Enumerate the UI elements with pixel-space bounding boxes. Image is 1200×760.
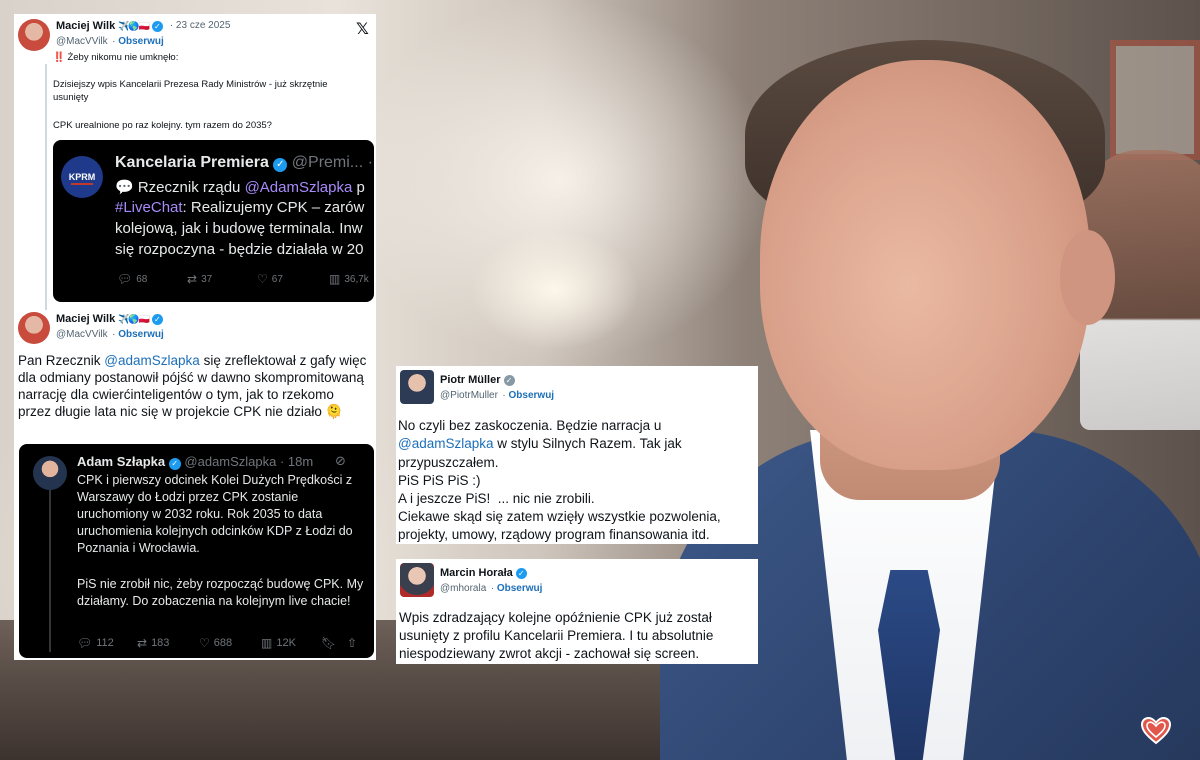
verified-badge-icon: ✓	[168, 458, 181, 470]
avatar[interactable]	[400, 370, 434, 404]
tweet-date[interactable]: · 23 cze 2025	[170, 19, 231, 33]
author-handle[interactable]: @mhorala	[440, 583, 486, 594]
background-frame	[1110, 40, 1200, 160]
tweet-text-line: Wpis zdradzający kolejne opóźnienie CPK …	[399, 610, 712, 625]
tweet-header: Maciej Wilk ✈️🌎🇵🇱 ✓ @MacVVilk · Obserwuj	[18, 312, 164, 344]
tweet-text-part: w stylu Silnych Razem. Tak jak	[493, 436, 682, 451]
background-lamp	[470, 230, 640, 350]
embed-author-name: Kancelaria Premiera	[115, 154, 269, 171]
embed-author-name: Adam Szłapka	[77, 454, 166, 469]
embedded-tweet-szlapka[interactable]: Adam Szłapka ✓ @adamSzlapka · 18m ⊘ CPK …	[19, 444, 374, 658]
name-flags: ✈️🌎🇵🇱	[118, 21, 150, 31]
tweet-text-line: @adamSzlapka w stylu Silnych Razem. Tak …	[398, 435, 682, 452]
repost-icon[interactable]: ⇄	[137, 636, 147, 650]
tweet-card-wilk: Maciej Wilk ✈️🌎🇵🇱 ✓ · 23 cze 2025 @MacVV…	[14, 14, 376, 660]
thread-line	[45, 64, 47, 310]
reply-count: 68	[136, 273, 148, 285]
verified-badge-icon: ✓	[151, 20, 163, 32]
like-icon[interactable]: ♡	[199, 636, 210, 650]
tweet-text-line: niespodziewany zwrot akcji - zachował si…	[399, 646, 700, 661]
man-face	[760, 60, 1090, 470]
views-count: 12K	[276, 637, 296, 649]
reply-icon[interactable]: 💬︎	[77, 636, 92, 650]
kprm-avatar: KPRM	[61, 156, 103, 198]
views-icon[interactable]: ▥	[261, 636, 272, 650]
verified-badge-icon: ✓	[503, 374, 515, 386]
tweet-text-line: A i jeszcze PiS! ... nic nie zrobili.	[398, 491, 595, 506]
tweet-header: Marcin Horała ✓ @mhorala · Obserwuj	[400, 563, 542, 597]
follow-button[interactable]: Obserwuj	[509, 390, 555, 401]
tweet-text-line: No czyli bez zaskoczenia. Będzie narracj…	[398, 418, 662, 433]
views-count: 36,7k	[344, 273, 369, 285]
mention-link[interactable]: @adamSzlapka	[398, 436, 494, 451]
grok-icon[interactable]: ⊘	[335, 453, 346, 469]
tweet-header: Maciej Wilk ✈️🌎🇵🇱 ✓ · 23 cze 2025 @MacVV…	[18, 19, 230, 51]
reply-icon: 💬︎	[117, 272, 133, 286]
like-icon: ♡	[257, 272, 268, 286]
heart-logo-icon	[1140, 716, 1172, 745]
tweet-text-line: przypuszczałem.	[398, 455, 499, 470]
author-name[interactable]: Marcin Horała	[440, 566, 513, 580]
like-count: 688	[213, 637, 233, 649]
tweet-text-line: Dzisiejszy wpis Kancelarii Prezesa Rady …	[53, 79, 328, 103]
follow-button[interactable]: Obserwuj	[118, 329, 164, 340]
embed-stats: 💬︎ 68 ⇄ 37 ♡ 67 ▥ 36,7k	[117, 272, 369, 286]
x-logo-icon[interactable]: 𝕏	[356, 19, 369, 39]
tweet-text-line: usunięty z profilu Kancelarii Premiera. …	[399, 628, 714, 643]
tweet-text-line: CPK urealnione po raz kolejny. tym razem…	[53, 120, 272, 131]
follow-button[interactable]: Obserwuj	[497, 583, 543, 594]
embed-text: 💬 Rzecznik rządu	[115, 179, 245, 196]
embed-text: się rozpoczyna - będzie działała w 20	[115, 241, 364, 258]
verified-badge-icon: ✓	[515, 567, 527, 579]
embed-author-handle: @Premi... · 1	[291, 154, 374, 171]
bookmark-icon[interactable]: 🔖︎	[321, 636, 336, 650]
embed-text: p	[352, 179, 365, 196]
author-name[interactable]: Maciej Wilk	[56, 19, 115, 33]
avatar[interactable]	[18, 312, 50, 344]
man-ear	[1060, 230, 1115, 325]
avatar	[33, 456, 67, 490]
tweet-card-muller: Piotr Müller ✓ @PiotrMuller · Obserwuj N…	[396, 366, 758, 544]
mention-link[interactable]: @adamSzlapka	[104, 353, 200, 368]
author-name[interactable]: Maciej Wilk	[56, 312, 115, 326]
author-name[interactable]: Piotr Müller	[440, 373, 501, 387]
avatar[interactable]	[400, 563, 434, 597]
repost-count: 183	[151, 637, 170, 649]
embed-text: CPK i pierwszy odcinek Kolei Dużych Pręd…	[77, 473, 353, 555]
author-handle[interactable]: @MacVVilk	[56, 36, 108, 47]
embed-text: PiS nie zrobił nic, żeby rozpocząć budow…	[77, 577, 364, 608]
embed-stats: 💬︎ 112 ⇄ 183 ♡ 688 ▥ 12K 🔖︎ ⇧	[77, 636, 357, 650]
tweet-text-part: Pan Rzecznik	[18, 353, 105, 368]
avatar[interactable]	[18, 19, 50, 51]
author-handle[interactable]: @MacVVilk	[56, 329, 108, 340]
verified-badge-icon: ✓	[151, 313, 163, 325]
verified-badge-icon: ✓	[273, 158, 288, 172]
embed-text: : Realizujemy CPK – zarów	[182, 199, 365, 216]
tweet-text: Pan Rzecznik @adamSzlapka się zreflektow…	[18, 352, 370, 420]
follow-button[interactable]: Obserwuj	[118, 36, 164, 47]
repost-count: 37	[201, 273, 213, 285]
embed-text: kolejową, jak i budowę terminala. Inw	[115, 220, 363, 237]
embedded-tweet-kprm[interactable]: KPRM Kancelaria Premiera ✓ @Premi... · 1…	[53, 140, 374, 302]
embed-author-handle: @adamSzlapka · 18m	[184, 454, 314, 469]
like-count: 67	[271, 273, 283, 285]
embed-mention: @AdamSzlapka	[244, 179, 353, 196]
tweet-text-line: Ciekawe skąd się zatem wzięły wszystkie …	[398, 509, 721, 524]
tweet-text-line: projekty, umowy, rządowy program finanso…	[398, 527, 710, 542]
name-flags: ✈️🌎🇵🇱	[118, 314, 150, 324]
author-handle[interactable]: @PiotrMuller	[440, 390, 498, 401]
share-icon[interactable]: ⇧	[347, 636, 357, 650]
tweet-header: Piotr Müller ✓ @PiotrMuller · Obserwuj	[400, 370, 554, 404]
tweet-card-horala: Marcin Horała ✓ @mhorala · Obserwuj Wpis…	[396, 559, 758, 664]
reply-count: 112	[96, 637, 114, 649]
views-icon: ▥	[329, 272, 341, 286]
thread-line	[49, 484, 51, 652]
repost-icon: ⇄	[187, 272, 198, 286]
tweet-text-line: PiS PiS PiS :)	[398, 473, 481, 488]
tweet-text-line: ‼️ Żeby nikomu nie umknęło:	[53, 52, 179, 63]
embed-hashtag: #LiveChat	[115, 199, 183, 216]
